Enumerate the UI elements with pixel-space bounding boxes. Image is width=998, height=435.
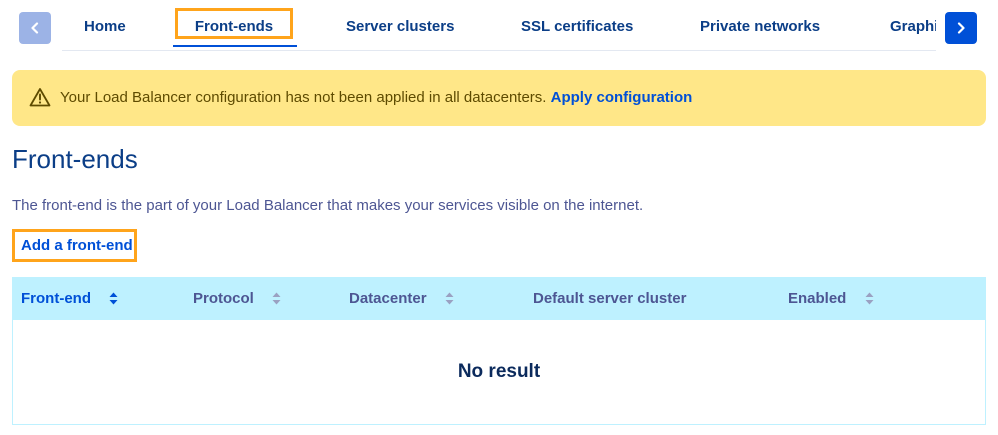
- column-label: Datacenter: [349, 290, 427, 307]
- banner-message: Your Load Balancer configuration has not…: [60, 89, 692, 106]
- sort-icon: [865, 292, 874, 305]
- front-ends-table: Front-end Protocol Datacenter Default se…: [12, 277, 986, 425]
- chevron-left-icon: [31, 22, 39, 34]
- add-front-end-link[interactable]: Add a front-end: [12, 229, 137, 262]
- column-label: Enabled: [788, 290, 847, 307]
- chevron-right-icon: [957, 22, 965, 34]
- page-title: Front-ends: [12, 144, 138, 174]
- tab-ssl-certificates[interactable]: SSL certificates: [521, 10, 633, 44]
- active-tab-indicator: [173, 45, 297, 47]
- tab-front-ends[interactable]: Front-ends: [175, 8, 293, 39]
- config-warning-banner: Your Load Balancer configuration has not…: [12, 70, 986, 126]
- tab-private-networks[interactable]: Private networks: [700, 10, 820, 44]
- column-header-protocol[interactable]: Protocol: [193, 278, 281, 320]
- empty-state-row: No result: [13, 320, 985, 424]
- warning-triangle-icon: [29, 88, 51, 107]
- tabs-scroll-left-button[interactable]: [19, 12, 51, 44]
- column-label: Front-end: [21, 290, 91, 307]
- column-header-default-server-cluster: Default server cluster: [533, 278, 686, 320]
- column-header-datacenter[interactable]: Datacenter: [349, 278, 454, 320]
- tab-bar: Home Front-ends Server clusters SSL cert…: [0, 0, 998, 56]
- column-label: Protocol: [193, 290, 254, 307]
- tab-graphics[interactable]: Graphics: [890, 10, 936, 44]
- tabs-scroll-right-button[interactable]: [945, 12, 977, 44]
- sort-icon: [109, 292, 118, 305]
- tab-server-clusters[interactable]: Server clusters: [346, 10, 454, 44]
- page-description: The front-end is the part of your Load B…: [12, 197, 644, 214]
- table-header: Front-end Protocol Datacenter Default se…: [13, 278, 985, 320]
- empty-state-text: No result: [457, 361, 541, 382]
- apply-configuration-link[interactable]: Apply configuration: [551, 89, 693, 106]
- tab-home[interactable]: Home: [84, 10, 126, 44]
- column-header-front-end[interactable]: Front-end: [21, 278, 118, 320]
- column-header-enabled[interactable]: Enabled: [788, 278, 874, 320]
- tabs-list: Home Front-ends Server clusters SSL cert…: [62, 0, 936, 51]
- banner-text: Your Load Balancer configuration has not…: [60, 89, 547, 106]
- sort-icon: [272, 292, 281, 305]
- column-label: Default server cluster: [533, 290, 687, 307]
- sort-icon: [445, 292, 454, 305]
